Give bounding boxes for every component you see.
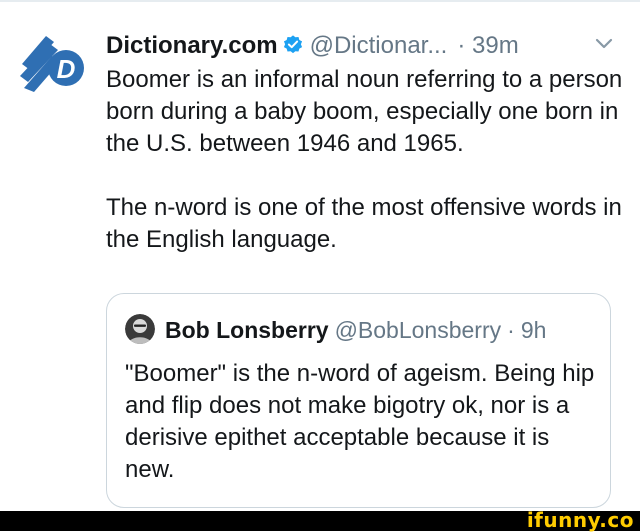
- verified-badge-icon: [282, 34, 304, 56]
- separator-dot: ·: [457, 32, 466, 59]
- handle[interactable]: @Dictionar...: [310, 32, 448, 59]
- quoted-tweet-text: "Boomer" is the n-word of ageism. Being …: [125, 360, 595, 483]
- quoted-timestamp[interactable]: 9h: [521, 317, 547, 343]
- quoted-display-name[interactable]: Bob Lonsberry: [165, 317, 329, 343]
- quoted-avatar[interactable]: [125, 314, 155, 344]
- separator-dot: ·: [507, 317, 515, 343]
- quoted-tweet-card[interactable]: Bob Lonsberry @BobLonsberry · 9h "Boomer" i…: [106, 293, 611, 508]
- tweet-paragraph: Boomer is an informal noun referring to …: [106, 66, 623, 157]
- dictionary-logo-icon: D: [18, 28, 86, 96]
- quoted-handle[interactable]: @BobLonsberry: [335, 317, 502, 343]
- chevron-down-icon[interactable]: [590, 30, 618, 58]
- person-avatar-icon: [125, 314, 155, 344]
- quoted-tweet-header: Bob Lonsberry @BobLonsberry · 9h: [125, 314, 598, 346]
- tweet-text: Boomer is an informal noun referring to …: [106, 64, 626, 256]
- tweet-paragraph: The n-word is one of the most offensive …: [106, 194, 622, 253]
- display-name[interactable]: Dictionary.com: [106, 32, 278, 59]
- ifunny-watermark: ifunny.co: [526, 508, 634, 532]
- tweet-header: Dictionary.com @Dictionar... · 39m: [106, 28, 620, 64]
- top-divider: [0, 0, 640, 2]
- timestamp[interactable]: 39m: [472, 32, 519, 59]
- dictionary-avatar[interactable]: D: [16, 26, 88, 98]
- svg-text:D: D: [57, 54, 76, 84]
